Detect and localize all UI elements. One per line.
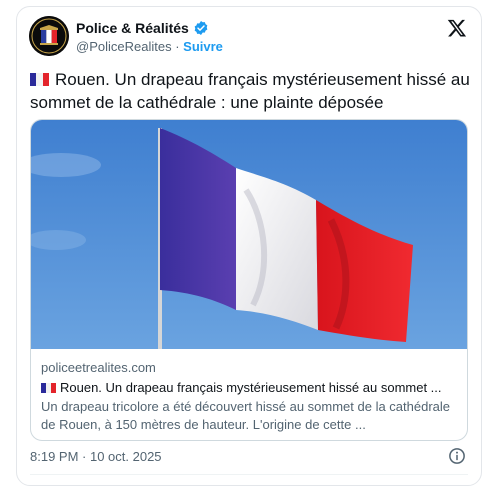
french-flag-emoji-icon — [30, 69, 49, 86]
link-title-text: Rouen. Un drapeau français mystérieuseme… — [60, 380, 442, 395]
follow-button[interactable]: Suivre — [183, 39, 223, 54]
account-handle[interactable]: @PoliceRealites — [76, 39, 172, 54]
link-title: Rouen. Un drapeau français mystérieuseme… — [41, 380, 459, 395]
account-name-row: Police & Réalités — [76, 20, 209, 36]
x-logo-icon[interactable] — [447, 18, 467, 38]
handle-row: @PoliceRealites · Suivre — [76, 39, 223, 54]
french-flag-photo — [31, 120, 467, 349]
police-badge-logo-icon — [29, 16, 69, 56]
avatar[interactable] — [29, 16, 69, 56]
link-meta: policeetrealites.com Rouen. Un drapeau f… — [41, 360, 459, 434]
tweet-timestamp[interactable]: 8:19 PM · 10 oct. 2025 — [30, 449, 162, 464]
link-domain: policeetrealites.com — [41, 360, 156, 375]
verified-badge-icon — [194, 21, 208, 35]
link-description: Un drapeau tricolore a été découvert his… — [41, 399, 451, 432]
account-name[interactable]: Police & Réalités — [76, 20, 189, 36]
info-icon[interactable] — [448, 447, 466, 465]
tweet-text: Rouen. Un drapeau français mystérieuseme… — [30, 68, 470, 114]
tweet-body: Rouen. Un drapeau français mystérieuseme… — [30, 70, 470, 112]
separator-dot: · — [175, 39, 180, 54]
french-flag-emoji-icon — [41, 381, 56, 393]
footer-divider — [30, 474, 468, 475]
link-preview-card[interactable]: policeetrealites.com Rouen. Un drapeau f… — [30, 119, 468, 441]
